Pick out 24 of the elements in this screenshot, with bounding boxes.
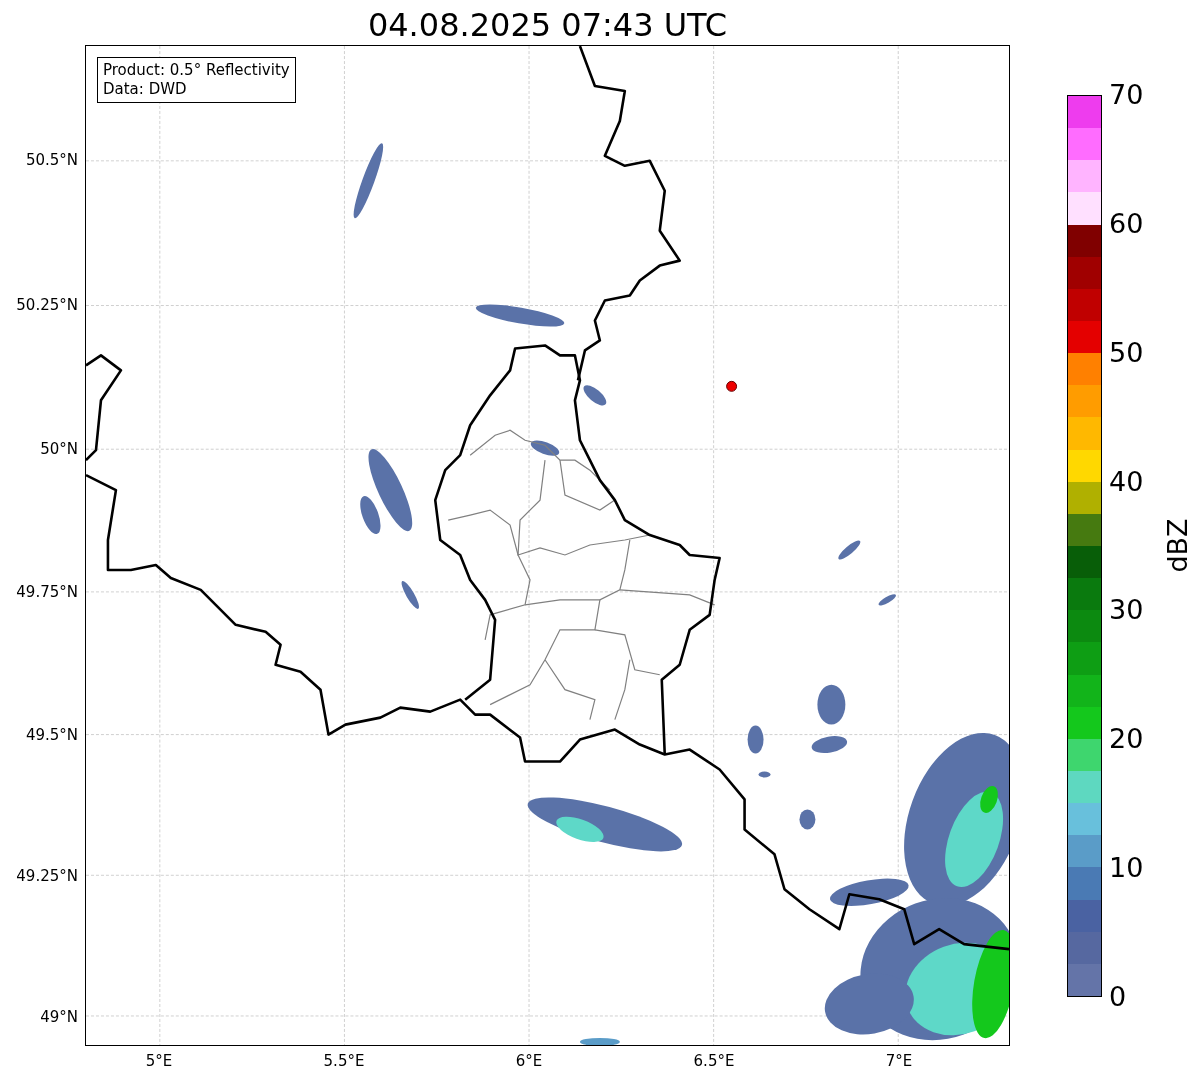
longitude-label: 6.5°E — [693, 1052, 735, 1070]
legend-text: Data: DWD — [103, 80, 188, 99]
latitude-label: 49°N — [40, 1008, 78, 1026]
chart-title: 04.08.2025 07:43 UTC — [367, 5, 728, 45]
colorbar-tick-label: 0 — [1109, 982, 1127, 1012]
colorbar-tick-label: 60 — [1109, 208, 1144, 239]
colorbar-label: dBZ — [1161, 518, 1193, 573]
longitude-label: 7°E — [885, 1052, 913, 1070]
latitude-label: 49.25°N — [16, 867, 78, 885]
longitude-label: 6°E — [515, 1052, 543, 1070]
colorbar-tick-label: 50 — [1109, 337, 1144, 368]
longitude-label: 5.5°E — [323, 1052, 365, 1070]
latitude-label: 50°N — [40, 440, 78, 458]
longitude-label: 5°E — [145, 1052, 173, 1070]
legend-text: Product: 0.5° Reflectivity — [103, 61, 290, 80]
latitude-label: 49.75°N — [16, 583, 78, 601]
colorbar-tick-label: 20 — [1109, 724, 1144, 755]
colorbar-tick-label: 40 — [1109, 466, 1144, 497]
latitude-label: 50.5°N — [25, 151, 78, 169]
latitude-label: 50.25°N — [16, 296, 78, 314]
colorbar-tick-label: 70 — [1109, 80, 1144, 110]
latitude-label: 49.5°N — [25, 726, 78, 744]
colorbar-tick-label: 10 — [1109, 853, 1144, 884]
colorbar-tick-label: 30 — [1109, 595, 1144, 626]
